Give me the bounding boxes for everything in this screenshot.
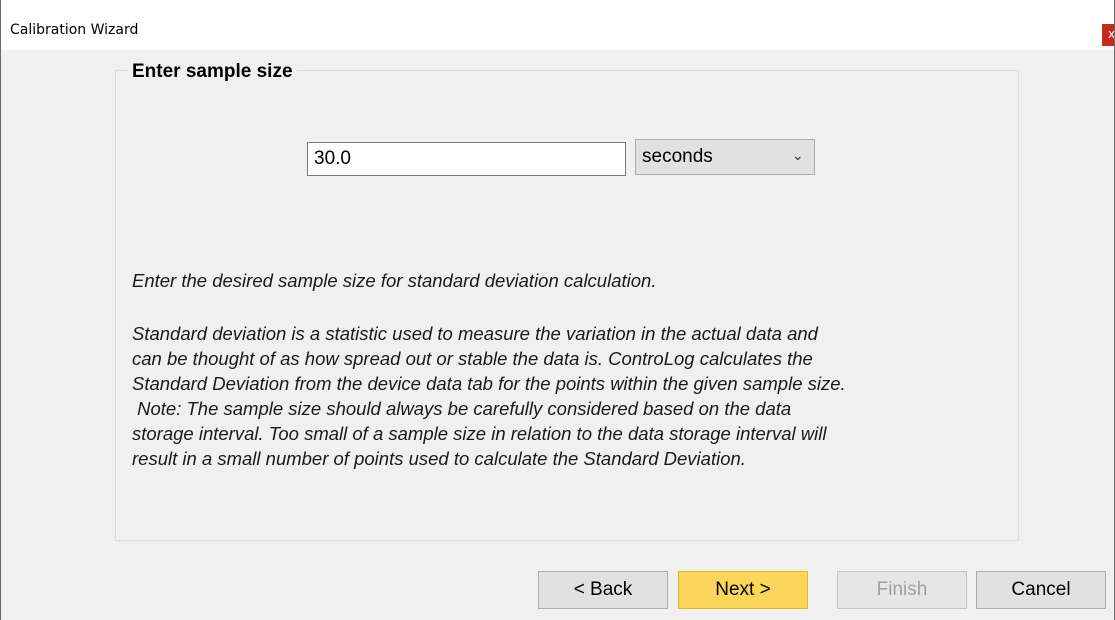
unit-dropdown[interactable]: seconds ⌄ [635,139,815,175]
explanation-line: Standard Deviation from the device data … [132,373,846,394]
calibration-wizard-window: Calibration Wizard x Enter sample size s… [0,0,1115,620]
explanation-line: storage interval. Too small of a sample … [132,423,827,444]
next-button[interactable]: Next > [678,571,808,609]
explanation-line: Standard deviation is a statistic used t… [132,323,818,344]
explanation-text: Standard deviation is a statistic used t… [132,321,1012,471]
unit-dropdown-value: seconds [642,146,713,167]
window-title: Calibration Wizard [10,22,139,38]
explanation-line: can be thought of as how spread out or s… [132,348,813,369]
chevron-down-icon: ⌄ [792,148,804,164]
explanation-line: result in a small number of points used … [132,448,746,469]
explanation-line: Note: The sample size should always be c… [132,398,792,419]
finish-button[interactable]: Finish [837,571,967,609]
cancel-button[interactable]: Cancel [976,571,1106,609]
back-button[interactable]: < Back [538,571,668,609]
title-bar: Calibration Wizard [1,0,1114,50]
close-button[interactable]: x [1102,24,1115,46]
group-title: Enter sample size [128,61,297,83]
sample-size-input[interactable] [307,142,626,176]
instruction-text: Enter the desired sample size for standa… [132,270,657,291]
close-icon: x [1108,27,1115,41]
